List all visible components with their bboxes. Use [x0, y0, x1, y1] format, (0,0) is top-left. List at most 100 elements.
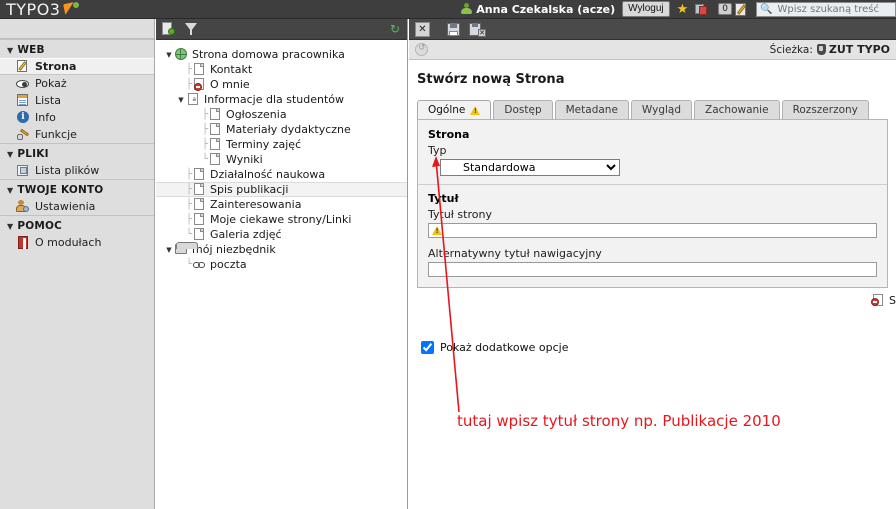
page-icon	[192, 183, 206, 196]
page-edit-icon	[16, 60, 30, 73]
tree-node-label: Galeria zdjęć	[210, 228, 282, 241]
tab-wyglad[interactable]: Wygląd	[630, 100, 693, 119]
close-icon[interactable]: ✕	[415, 21, 430, 37]
user-name-label: Anna Czekalska (acze)	[476, 2, 616, 16]
filter-icon[interactable]	[183, 22, 198, 36]
save-and-close-icon[interactable]: ✕	[469, 22, 486, 37]
pencil-icon[interactable]	[735, 2, 749, 16]
path-label: Ścieżka:	[769, 43, 813, 56]
tree-node-strona-domowa[interactable]: ▼ Strona domowa pracownika	[156, 47, 407, 62]
tree-node-dzialalnosc-naukowa[interactable]: ├ Działalność naukowa	[156, 167, 407, 182]
type-select-wrap: Standardowa	[440, 159, 877, 176]
module-group-pomoc[interactable]: ▼ POMOC	[0, 215, 154, 234]
page-hidden-icon	[192, 78, 206, 91]
page-tree: ▼ Strona domowa pracownika ├ Kontakt ├ O…	[156, 40, 407, 508]
site-shield-icon	[816, 44, 826, 55]
document-body: Stwórz nową Strona Ogólne Dostęp Metadan…	[409, 60, 896, 508]
tree-node-label: Zainteresowania	[210, 198, 302, 211]
section-label-tytul: Tytuł	[428, 192, 459, 205]
typo3-logo[interactable]: TYPO3	[0, 0, 81, 19]
chevron-down-icon: ▼	[7, 185, 14, 195]
clipboard-icon[interactable]	[695, 3, 708, 15]
sidebar-item-label: Strona	[35, 60, 77, 73]
history-icon[interactable]	[415, 43, 428, 56]
tab-ogolne[interactable]: Ogólne	[417, 100, 492, 119]
module-group-twoje-konto[interactable]: ▼ TWOJE KONTO	[0, 179, 154, 198]
site-name-label: ZUT TYPO	[828, 43, 890, 56]
warning-icon	[432, 226, 442, 235]
chevron-down-icon: ▼	[7, 221, 14, 231]
page-tree-panel: ↻ ▼ Strona domowa pracownika ├ Kontakt ├…	[156, 19, 408, 509]
tab-label: Ogólne	[428, 104, 466, 116]
module-group-pliki[interactable]: ▼ PLIKI	[0, 143, 154, 162]
annotation-text: tutaj wpisz tytuł strony np. Publikacje …	[457, 412, 781, 430]
page-icon	[208, 108, 222, 121]
book-icon	[16, 236, 30, 249]
star-icon[interactable]: ★	[677, 3, 689, 16]
link-icon	[192, 258, 206, 271]
tree-node-terminy-zajec[interactable]: ├ Terminy zajęć	[156, 137, 407, 152]
globe-icon	[174, 48, 188, 61]
eye-icon	[16, 77, 30, 90]
tab-metadane[interactable]: Metadane	[554, 100, 629, 119]
sidebar-item-label: Pokaż	[35, 77, 67, 90]
tree-toggle-icon[interactable]: ▼	[164, 51, 174, 59]
tab-label: Zachowanie	[705, 104, 769, 116]
tree-node-o-mnie[interactable]: ├ O mnie	[156, 77, 407, 92]
tree-node-moj-niezbednik[interactable]: ▼ mój niezbędnik	[156, 242, 407, 257]
sidebar-item-lista-plikow[interactable]: Lista plików	[0, 162, 154, 179]
tree-node-wyniki[interactable]: └ Wyniki	[156, 152, 407, 167]
tree-node-materialy-dydaktyczne[interactable]: ├ Materiały dydaktyczne	[156, 122, 407, 137]
type-select[interactable]: Standardowa	[440, 159, 620, 176]
tree-node-ogloszenia[interactable]: ├ Ogłoszenia	[156, 107, 407, 122]
save-icon[interactable]	[446, 22, 463, 37]
sidebar-item-o-modulach[interactable]: O modułach	[0, 234, 154, 251]
show-more-options-label: Pokaż dodatkowe opcje	[440, 341, 569, 354]
new-page-icon[interactable]	[161, 22, 176, 36]
sidebar-item-ustawienia[interactable]: Ustawienia	[0, 198, 154, 215]
tree-node-galeria-zdjec[interactable]: └ Galeria zdjęć	[156, 227, 407, 242]
show-more-options-row[interactable]: Pokaż dodatkowe opcje	[421, 341, 896, 354]
tree-node-poczta[interactable]: └ poczta	[156, 257, 407, 272]
tree-node-moje-ciekawe-strony-linki[interactable]: ├ Moje ciekawe strony/Linki	[156, 212, 407, 227]
tab-zachowanie[interactable]: Zachowanie	[694, 100, 780, 119]
page-icon	[192, 228, 206, 241]
page-hidden-icon	[871, 294, 885, 307]
sidebar-item-label: O modułach	[35, 236, 102, 249]
sidebar-item-info[interactable]: i Info	[0, 109, 154, 126]
tree-node-kontakt[interactable]: ├ Kontakt	[156, 62, 407, 77]
tab-dostep[interactable]: Dostęp	[493, 100, 553, 119]
tree-node-zainteresowania[interactable]: ├ Zainteresowania	[156, 197, 407, 212]
logout-button[interactable]: Wyloguj	[622, 1, 670, 17]
tree-toggle-icon[interactable]: ▼	[164, 246, 174, 254]
refresh-icon[interactable]: ↻	[390, 22, 400, 36]
show-more-options-checkbox[interactable]	[421, 341, 434, 354]
folder-icon	[174, 242, 198, 256]
nav-title-input[interactable]	[428, 262, 877, 277]
tree-node-label: Strona domowa pracownika	[192, 48, 345, 61]
hidden-page-note: S	[409, 294, 896, 307]
tab-rozszerzony[interactable]: Rozszerzony	[781, 100, 869, 119]
clipboard-count-badge[interactable]: 0	[718, 3, 732, 15]
tab-label: Wygląd	[641, 104, 682, 116]
sidebar-item-pokaz[interactable]: Pokaż	[0, 75, 154, 92]
sidebar-item-lista[interactable]: Lista	[0, 92, 154, 109]
page-title-input[interactable]	[428, 223, 877, 238]
module-menu: ▼ WEB Strona Pokaż Lista i Info Funkcje	[0, 19, 155, 509]
tree-toggle-icon[interactable]: ▼	[176, 96, 186, 104]
search-box[interactable]: 🔍	[756, 1, 896, 17]
main-content-column: ✕ ✕ Ścieżka: ZUT TYPO Stwórz nową Strona…	[409, 19, 896, 509]
tree-node-spis-publikacji[interactable]: ├ Spis publikacji	[156, 182, 407, 197]
sidebar-item-funkcje[interactable]: Funkcje	[0, 126, 154, 143]
tree-node-label: Materiały dydaktyczne	[226, 123, 351, 136]
sidebar-item-label: Ustawienia	[35, 200, 96, 213]
tree-node-label: Wyniki	[226, 153, 263, 166]
sidebar-item-strona[interactable]: Strona	[0, 58, 154, 75]
search-input[interactable]	[775, 2, 891, 16]
page-icon	[208, 138, 222, 151]
tree-node-label: Spis publikacji	[210, 183, 289, 196]
tree-node-informacje-dla-studentow[interactable]: ▼ a Informacje dla studentów	[156, 92, 407, 107]
module-group-web[interactable]: ▼ WEB	[0, 39, 154, 58]
field-label-typ: Typ	[428, 144, 447, 157]
section-label-strona: Strona	[428, 128, 470, 141]
